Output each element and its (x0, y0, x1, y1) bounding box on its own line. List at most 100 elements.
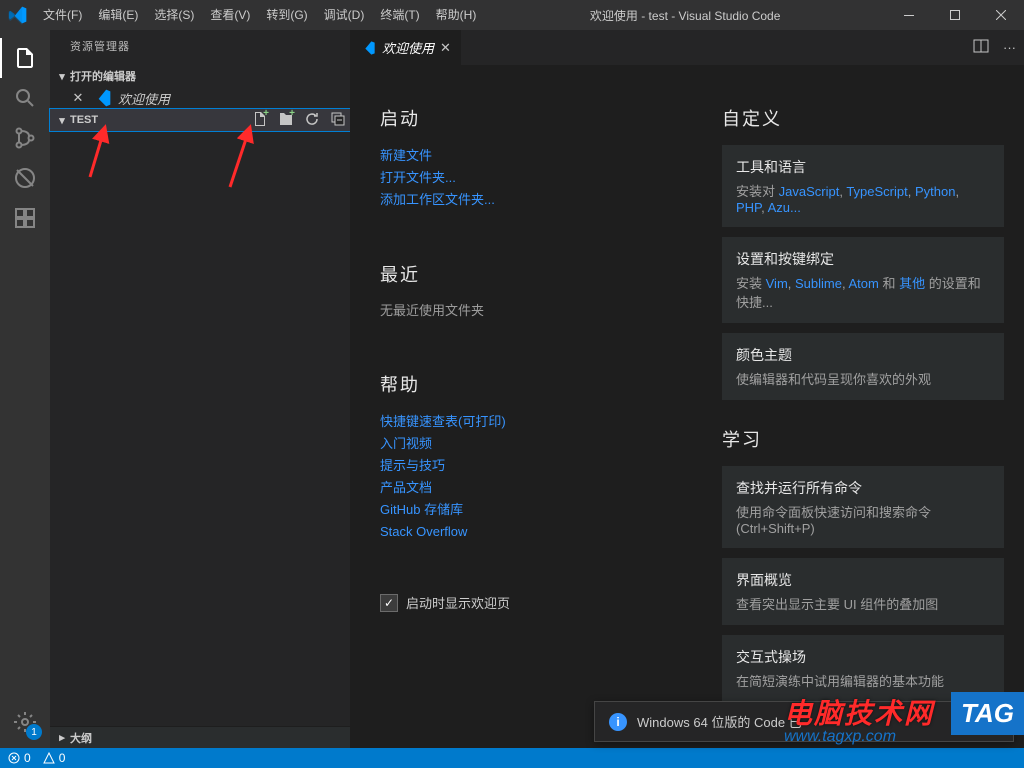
window-controls (886, 0, 1024, 30)
link-stackoverflow[interactable]: Stack Overflow (380, 521, 662, 543)
outline-label: 大纲 (70, 730, 92, 746)
activity-explorer-icon[interactable] (0, 38, 50, 78)
editor-tabs: 欢迎使用 ✕ ··· (350, 30, 1024, 65)
lang-link[interactable]: PHP (736, 200, 761, 215)
activity-search-icon[interactable] (0, 78, 50, 118)
folder-header[interactable]: ▾ TEST + + (50, 109, 350, 131)
status-bar: 0 0 (0, 748, 1024, 768)
card-desc: 安装 Vim, Sublime, Atom 和 其他 的设置和快捷... (736, 273, 990, 311)
card-title: 设置和按键绑定 (736, 249, 990, 269)
sidebar-explorer: 资源管理器 ▾ 打开的编辑器 ✕ 欢迎使用 ▾ TEST + + (50, 30, 350, 748)
keymap-link[interactable]: Sublime (795, 276, 842, 291)
tab-welcome[interactable]: 欢迎使用 ✕ (350, 30, 461, 65)
vscode-file-icon (360, 40, 376, 56)
activity-scm-icon[interactable] (0, 118, 50, 158)
card-desc: 查看突出显示主要 UI 组件的叠加图 (736, 594, 990, 613)
link-intro-videos[interactable]: 入门视频 (380, 433, 662, 455)
tab-label: 欢迎使用 (382, 38, 434, 57)
chevron-down-icon: ▾ (54, 114, 70, 127)
menu-file[interactable]: 文件(F) (35, 0, 90, 30)
link-github[interactable]: GitHub 存储库 (380, 499, 662, 521)
refresh-icon[interactable] (304, 111, 320, 130)
folder-label: TEST (70, 114, 98, 126)
card-title: 界面概览 (736, 570, 990, 590)
card-title: 交互式操场 (736, 647, 990, 667)
checkbox-checked-icon[interactable]: ✓ (380, 594, 398, 612)
activity-settings-icon[interactable]: 1 (0, 702, 50, 742)
menu-bar: 文件(F) 编辑(E) 选择(S) 查看(V) 转到(G) 调试(D) 终端(T… (35, 0, 484, 30)
close-icon[interactable]: ✕ (440, 40, 451, 56)
minimize-button[interactable] (886, 0, 932, 30)
show-welcome-checkbox-row[interactable]: ✓ 启动时显示欢迎页 (380, 593, 662, 612)
link-cheatsheet[interactable]: 快捷键速查表(可打印) (380, 411, 662, 433)
recent-empty: 无最近使用文件夹 (380, 301, 662, 321)
customize-heading: 自定义 (722, 105, 1004, 131)
status-warnings[interactable]: 0 (43, 751, 66, 765)
status-errors[interactable]: 0 (8, 751, 31, 765)
card-command-palette[interactable]: 查找并运行所有命令 使用命令面板快速访问和搜索命令 (Ctrl+Shift+P) (722, 466, 1004, 548)
learn-heading: 学习 (722, 426, 1004, 452)
vscode-file-icon (92, 88, 112, 108)
card-color-theme[interactable]: 颜色主题 使编辑器和代码呈现你喜欢的外观 (722, 333, 1004, 400)
lang-link[interactable]: JavaScript (779, 184, 840, 199)
link-open-folder[interactable]: 打开文件夹... (380, 167, 662, 189)
card-desc: 使用命令面板快速访问和搜索命令 (Ctrl+Shift+P) (736, 502, 990, 536)
link-add-workspace[interactable]: 添加工作区文件夹... (380, 189, 662, 211)
vscode-logo-icon (0, 5, 35, 25)
sidebar-title: 资源管理器 (50, 30, 350, 65)
notification-toast[interactable]: i Windows 64 位版的 Code 已 (594, 701, 1014, 742)
card-playground[interactable]: 交互式操场 在简短演练中试用编辑器的基本功能 (722, 635, 1004, 702)
card-desc: 使编辑器和代码呈现你喜欢的外观 (736, 369, 990, 388)
link-new-file[interactable]: 新建文件 (380, 145, 662, 167)
close-icon[interactable]: ✕ (70, 90, 86, 106)
warning-count: 0 (59, 751, 66, 765)
recent-heading: 最近 (380, 261, 662, 287)
open-editors-header[interactable]: ▾ 打开的编辑器 (50, 65, 350, 87)
maximize-button[interactable] (932, 0, 978, 30)
chevron-right-icon: ▸ (54, 731, 70, 744)
new-folder-icon[interactable]: + (278, 111, 294, 130)
menu-go[interactable]: 转到(G) (258, 0, 315, 30)
collapse-all-icon[interactable] (330, 111, 346, 130)
settings-badge: 1 (26, 724, 42, 740)
info-icon: i (609, 713, 627, 731)
link-tips[interactable]: 提示与技巧 (380, 455, 662, 477)
menu-view[interactable]: 查看(V) (202, 0, 258, 30)
close-button[interactable] (978, 0, 1024, 30)
show-welcome-label: 启动时显示欢迎页 (406, 593, 510, 612)
titlebar: 文件(F) 编辑(E) 选择(S) 查看(V) 转到(G) 调试(D) 终端(T… (0, 0, 1024, 30)
open-editors-label: 打开的编辑器 (70, 68, 136, 84)
menu-edit[interactable]: 编辑(E) (90, 0, 146, 30)
activity-debug-icon[interactable] (0, 158, 50, 198)
file-tree-empty[interactable] (50, 131, 350, 726)
card-interface-overview[interactable]: 界面概览 查看突出显示主要 UI 组件的叠加图 (722, 558, 1004, 625)
outline-header[interactable]: ▸ 大纲 (50, 726, 350, 748)
menu-terminal[interactable]: 终端(T) (372, 0, 427, 30)
keymap-link[interactable]: Vim (766, 276, 788, 291)
keymap-link[interactable]: 其他 (899, 276, 925, 291)
window-title: 欢迎使用 - test - Visual Studio Code (484, 7, 886, 24)
editor-area: 欢迎使用 ✕ ··· 启动 新建文件 打开文件夹... 添加工作区文件夹... … (350, 30, 1024, 748)
card-desc: 安装对 JavaScript, TypeScript, Python, PHP,… (736, 181, 990, 215)
error-icon (8, 752, 20, 764)
card-tools-languages[interactable]: 工具和语言 安装对 JavaScript, TypeScript, Python… (722, 145, 1004, 227)
new-file-icon[interactable]: + (252, 111, 268, 130)
link-docs[interactable]: 产品文档 (380, 477, 662, 499)
lang-link[interactable]: Azu... (768, 200, 801, 215)
card-keybindings[interactable]: 设置和按键绑定 安装 Vim, Sublime, Atom 和 其他 的设置和快… (722, 237, 1004, 323)
open-editor-label: 欢迎使用 (118, 89, 170, 108)
more-actions-icon[interactable]: ··· (1003, 40, 1016, 55)
split-editor-icon[interactable] (973, 38, 989, 57)
keymap-link[interactable]: Atom (849, 276, 879, 291)
activity-extensions-icon[interactable] (0, 198, 50, 238)
start-heading: 启动 (380, 105, 662, 131)
warning-icon (43, 752, 55, 764)
card-title: 工具和语言 (736, 157, 990, 177)
open-editor-item[interactable]: ✕ 欢迎使用 (50, 87, 350, 109)
menu-debug[interactable]: 调试(D) (316, 0, 373, 30)
menu-selection[interactable]: 选择(S) (146, 0, 202, 30)
menu-help[interactable]: 帮助(H) (428, 0, 485, 30)
lang-link[interactable]: Python (915, 184, 955, 199)
lang-link[interactable]: TypeScript (846, 184, 907, 199)
chevron-down-icon: ▾ (54, 70, 70, 83)
